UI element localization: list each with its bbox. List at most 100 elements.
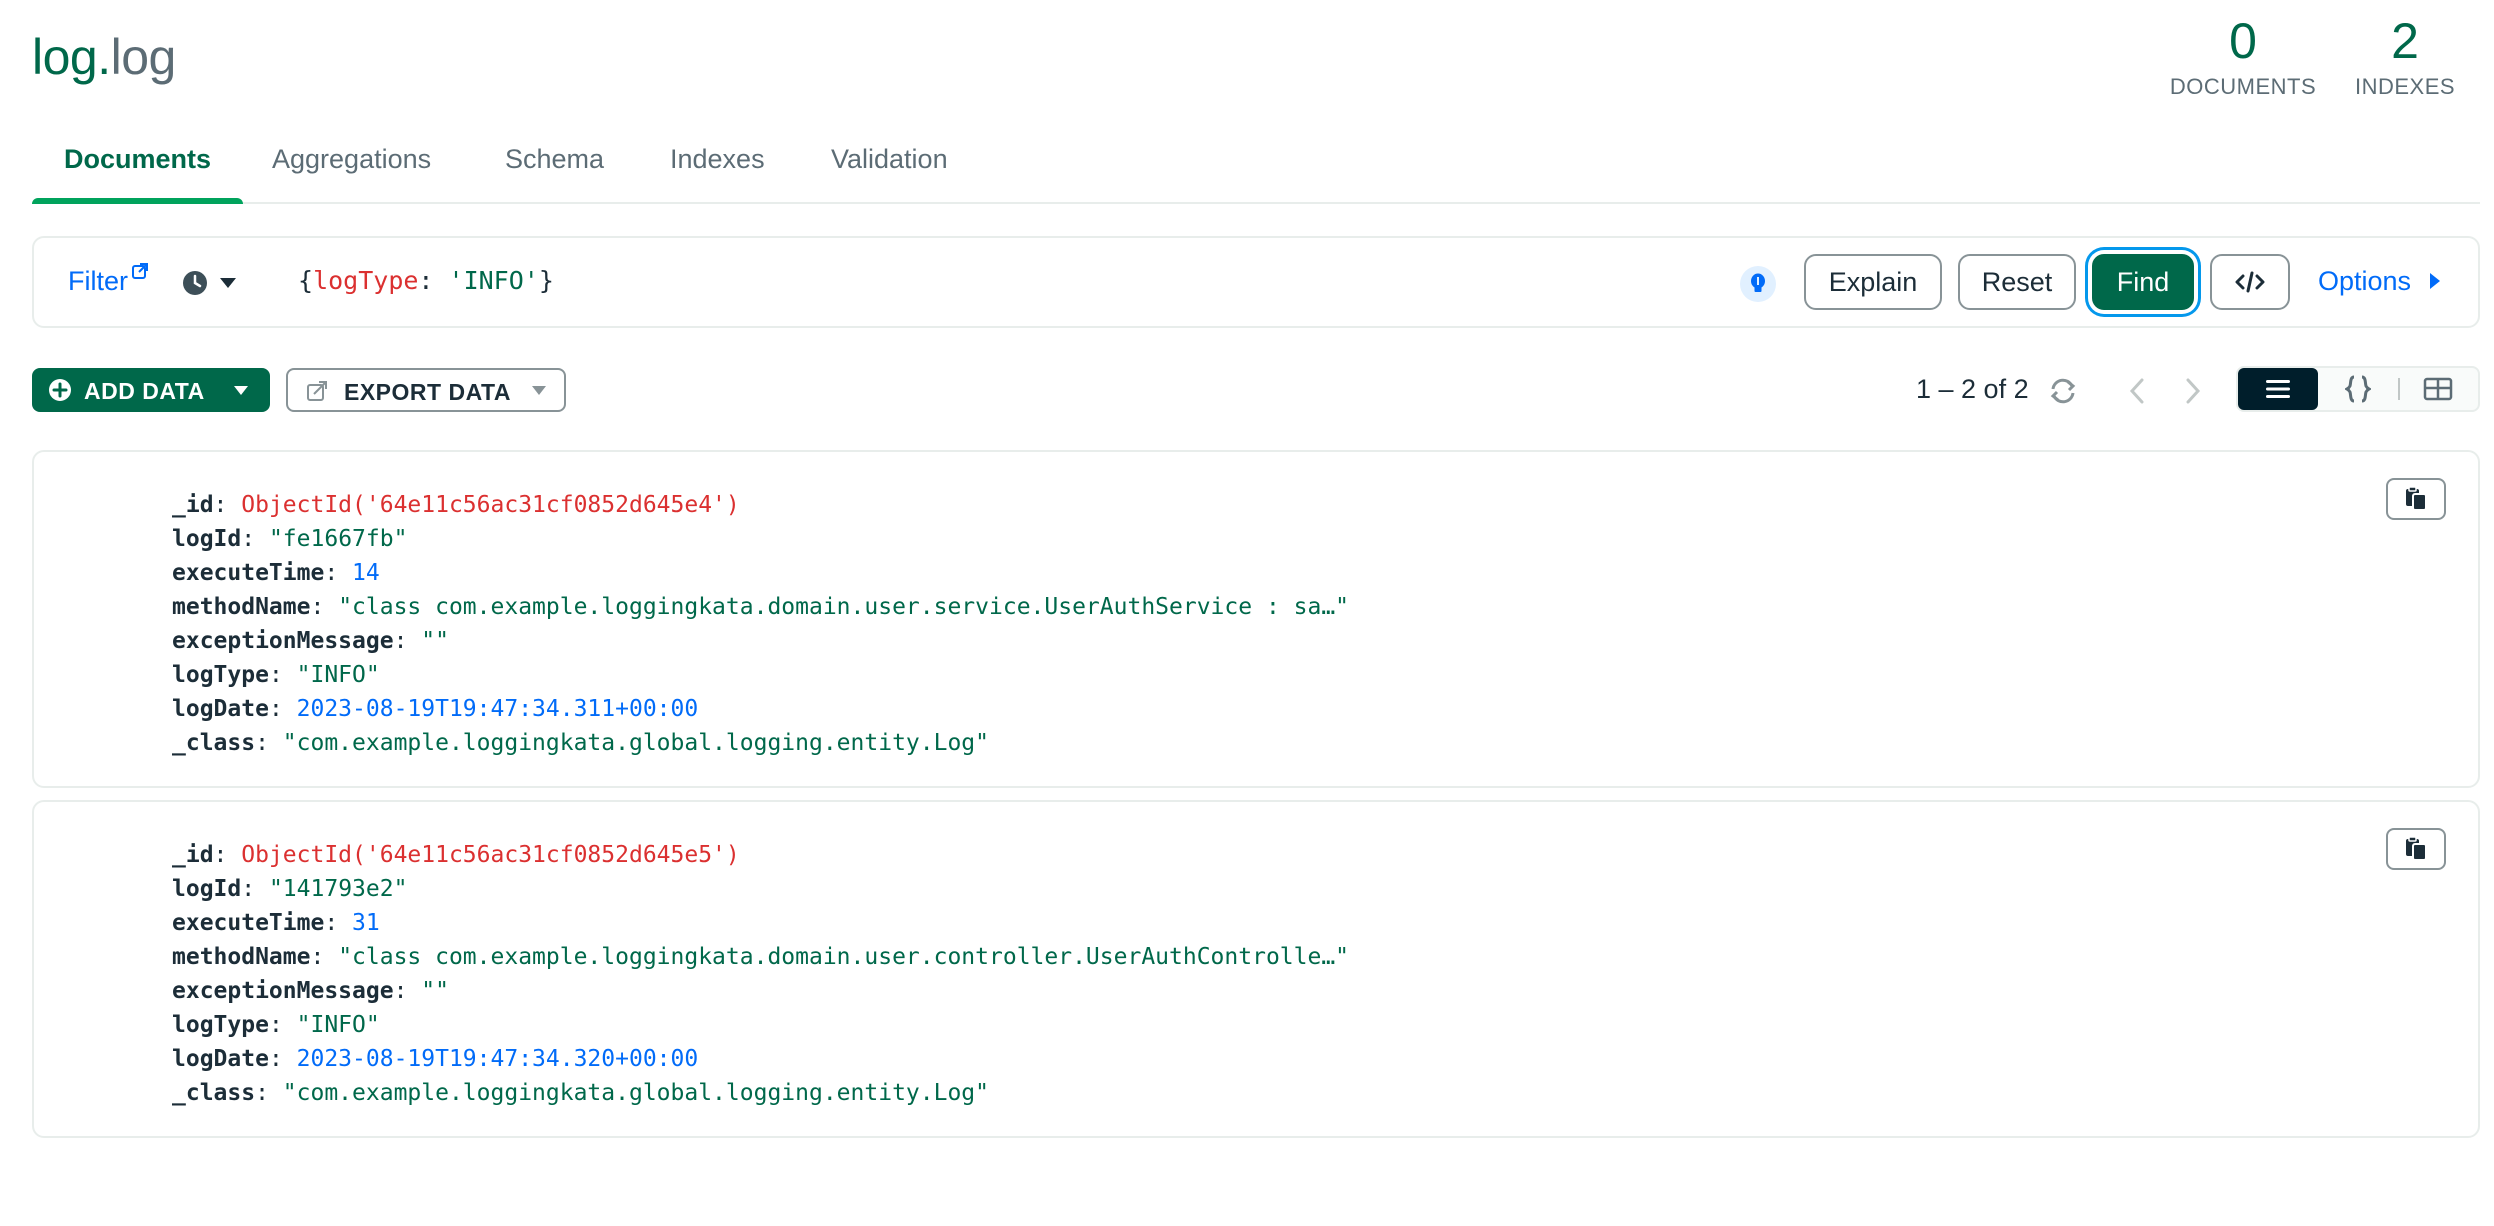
field-key: logType (172, 1012, 269, 1038)
field-row-id: _id: ObjectId('64e11c56ac31cf0852d645e5'… (172, 842, 740, 868)
plus-circle-icon (49, 379, 71, 401)
query-value: 'INFO' (448, 266, 539, 295)
field-row-id: _id: ObjectId('64e11c56ac31cf0852d645e4'… (172, 492, 740, 518)
clock-icon[interactable] (182, 270, 208, 296)
copy-icon (2406, 836, 2427, 861)
caret-right-icon[interactable] (2430, 273, 2440, 289)
document-card[interactable]: _id: ObjectId('64e11c56ac31cf0852d645e5'… (32, 800, 2480, 1138)
field-value: 2023-08-19T19:47:34.311+00:00 (296, 696, 699, 722)
table-icon (2423, 377, 2453, 401)
copy-icon (2406, 486, 2427, 511)
query-colon: : (418, 266, 449, 295)
list-icon (2266, 380, 2290, 398)
export-code-button[interactable] (2210, 254, 2290, 310)
field-row-logdate: logDate: 2023-08-19T19:47:34.311+00:00 (172, 696, 699, 722)
documents-count: 0 (2229, 13, 2257, 69)
tab-schema[interactable]: Schema (505, 144, 604, 202)
title-separator: . (97, 29, 111, 85)
chevron-left-icon[interactable] (2124, 376, 2150, 406)
collection-tabs: Documents Aggregations Schema Indexes Va… (31, 128, 2480, 204)
history-caret-icon[interactable] (220, 278, 236, 288)
field-key: logDate (172, 696, 269, 722)
export-data-button[interactable]: EXPORT DATA (286, 368, 566, 412)
explain-button[interactable]: Explain (1804, 254, 1942, 310)
field-row-class: _class: "com.example.loggingkata.global.… (172, 730, 990, 756)
field-row-class: _class: "com.example.loggingkata.global.… (172, 1080, 990, 1106)
collection-name: log (110, 29, 177, 85)
find-button[interactable]: Find (2092, 254, 2194, 310)
curly-braces-icon (2345, 375, 2371, 403)
field-value: 14 (352, 560, 380, 586)
add-data-button[interactable]: ADD DATA (32, 368, 270, 412)
field-value: "com.example.loggingkata.global.logging.… (282, 730, 990, 756)
field-value: "INFO" (296, 662, 380, 688)
chevron-right-icon[interactable] (2180, 376, 2206, 406)
filter-input[interactable]: {logType: 'INFO'} (298, 266, 554, 295)
field-key: methodName (172, 944, 311, 970)
tab-aggregations[interactable]: Aggregations (272, 144, 431, 202)
field-key: logDate (172, 1046, 269, 1072)
tab-indexes[interactable]: Indexes (670, 144, 765, 202)
copy-document-button[interactable] (2386, 828, 2446, 870)
query-close-brace: } (538, 266, 554, 295)
field-row-methodname: methodName: "class com.example.loggingka… (172, 944, 1350, 970)
code-icon (2235, 271, 2265, 293)
reset-button[interactable]: Reset (1958, 254, 2076, 310)
documents-stat: 0 DOCUMENTS (2168, 12, 2318, 100)
field-row-logid: logId: "141793e2" (172, 876, 408, 902)
field-key: logType (172, 662, 269, 688)
indexes-count: 2 (2391, 13, 2419, 69)
field-value: ObjectId('64e11c56ac31cf0852d645e5') (241, 842, 740, 868)
field-value: 2023-08-19T19:47:34.320+00:00 (296, 1046, 699, 1072)
field-key: _id (172, 842, 214, 868)
field-row-logid: logId: "fe1667fb" (172, 526, 408, 552)
field-row-logtype: logType: "INFO" (172, 1012, 380, 1038)
json-view-button[interactable] (2318, 368, 2398, 410)
chevron-down-icon (532, 386, 546, 395)
field-key: _class (172, 1080, 256, 1106)
field-value: "com.example.loggingkata.global.logging.… (282, 1080, 990, 1106)
field-value: "" (421, 978, 449, 1004)
field-value: "INFO" (296, 1012, 380, 1038)
view-toggle (2236, 366, 2480, 412)
field-value: 31 (352, 910, 380, 936)
query-open-brace: { (298, 266, 314, 295)
refresh-icon[interactable] (2048, 376, 2078, 406)
list-view-button[interactable] (2238, 368, 2318, 410)
document-fields: _id: ObjectId('64e11c56ac31cf0852d645e5'… (172, 838, 1349, 1110)
export-icon (307, 381, 327, 401)
field-key: exceptionMessage (172, 978, 394, 1004)
indexes-stat: 2 INDEXES (2350, 12, 2460, 100)
field-row-executetime: executeTime: 14 (172, 560, 380, 586)
chevron-down-icon (234, 386, 248, 395)
options-toggle[interactable]: Options (2318, 266, 2411, 297)
add-data-label: ADD DATA (84, 378, 205, 404)
tab-documents[interactable]: Documents (31, 144, 244, 204)
indexes-label: INDEXES (2354, 74, 2456, 99)
field-row-logdate: logDate: 2023-08-19T19:47:34.320+00:00 (172, 1046, 699, 1072)
field-row-executetime: executeTime: 31 (172, 910, 380, 936)
field-value: "fe1667fb" (268, 526, 408, 552)
field-key: executeTime (172, 910, 325, 936)
tab-validation[interactable]: Validation (831, 144, 948, 202)
field-value: "" (421, 628, 449, 654)
query-bar: Filter {logType: 'INFO'} Explain Reset F… (32, 236, 2480, 328)
field-key: logId (172, 526, 242, 552)
field-key: exceptionMessage (172, 628, 394, 654)
copy-document-button[interactable] (2386, 478, 2446, 520)
filter-link[interactable]: Filter (68, 266, 128, 297)
field-value: "class com.example.loggingkata.domain.us… (338, 594, 1350, 620)
field-key: methodName (172, 594, 311, 620)
db-name: log (32, 29, 98, 85)
table-view-button[interactable] (2398, 368, 2478, 410)
document-fields: _id: ObjectId('64e11c56ac31cf0852d645e4'… (172, 488, 1349, 760)
field-row-exceptionmessage: exceptionMessage: "" (172, 628, 449, 654)
field-row-methodname: methodName: "class com.example.loggingka… (172, 594, 1350, 620)
lightbulb-icon[interactable] (1740, 266, 1776, 302)
field-row-exceptionmessage: exceptionMessage: "" (172, 978, 449, 1004)
field-row-logtype: logType: "INFO" (172, 662, 380, 688)
document-card[interactable]: _id: ObjectId('64e11c56ac31cf0852d645e4'… (32, 450, 2480, 788)
export-data-label: EXPORT DATA (344, 379, 511, 405)
field-key: _class (172, 730, 256, 756)
pagination-info: 1 – 2 of 2 (1916, 374, 2029, 404)
